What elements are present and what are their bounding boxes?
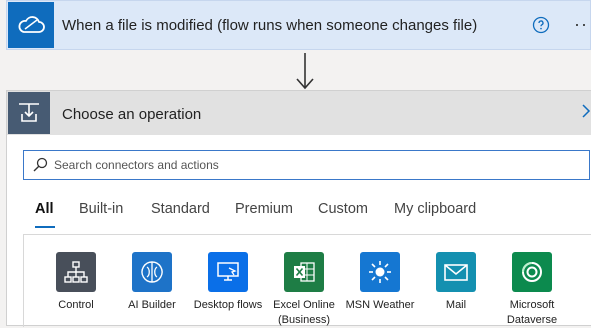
- tab-all[interactable]: All: [35, 201, 55, 228]
- control-icon: [56, 252, 96, 292]
- active-tab-indicator: [35, 226, 55, 228]
- arrow-down-icon: [296, 53, 314, 90]
- tab-my-clipboard[interactable]: My clipboard: [394, 201, 476, 217]
- connector-msn-weather[interactable]: MSN Weather: [340, 252, 420, 313]
- tab-premium[interactable]: Premium: [235, 201, 293, 217]
- connector-excel-online[interactable]: Excel Online (Business): [264, 252, 344, 328]
- tab-custom[interactable]: Custom: [318, 201, 368, 217]
- tab-label: Built-in: [79, 201, 124, 217]
- search-icon: [33, 157, 48, 172]
- connector-label: Desktop flows: [193, 299, 263, 311]
- onedrive-cloud-icon: [8, 2, 54, 48]
- tab-label: My clipboard: [394, 201, 477, 217]
- trigger-card[interactable]: When a file is modified (flow runs when …: [6, 0, 591, 50]
- desktop-flows-icon: [208, 252, 248, 292]
- dataverse-icon: [512, 252, 552, 292]
- connector-label: Control: [58, 299, 94, 311]
- choose-operation-card: Choose an operation All Built-in Standar…: [6, 90, 591, 327]
- tab-built-in[interactable]: Built-in: [79, 201, 123, 217]
- connector-label: Excel Online (Business): [273, 299, 335, 326]
- tab-label: Premium: [235, 201, 294, 217]
- connector-control[interactable]: Control: [36, 252, 116, 313]
- connector-label: Microsoft Dataverse: [506, 299, 558, 326]
- help-circle-icon[interactable]: [532, 16, 550, 34]
- operation-icon: [8, 92, 50, 134]
- connector-label: Mail: [445, 299, 467, 311]
- tab-label: Custom: [318, 201, 368, 217]
- weather-icon: [360, 252, 400, 292]
- connector-mail[interactable]: Mail: [416, 252, 496, 313]
- connector-ai-builder[interactable]: AI Builder: [112, 252, 192, 313]
- connector-desktop-flows[interactable]: Desktop flows: [188, 252, 268, 313]
- more-options-icon[interactable]: ··: [574, 15, 588, 33]
- tab-standard[interactable]: Standard: [151, 201, 210, 217]
- tab-label: Standard: [151, 201, 210, 217]
- trigger-title: When a file is modified (flow runs when …: [62, 17, 478, 34]
- connector-label: AI Builder: [128, 299, 176, 311]
- chevron-right-icon[interactable]: [581, 103, 591, 119]
- connector-microsoft-dataverse[interactable]: Microsoft Dataverse: [492, 252, 572, 328]
- connector-label: MSN Weather: [345, 299, 415, 311]
- excel-icon: [284, 252, 324, 292]
- connector-grid: Control AI Builder Desktop flows Excel O…: [23, 234, 591, 327]
- search-box[interactable]: [23, 150, 590, 180]
- search-input[interactable]: [54, 156, 574, 174]
- operation-title: Choose an operation: [62, 106, 202, 123]
- mail-icon: [436, 252, 476, 292]
- operation-header: Choose an operation: [7, 91, 591, 135]
- ai-builder-icon: [132, 252, 172, 292]
- tab-label: All: [35, 201, 54, 217]
